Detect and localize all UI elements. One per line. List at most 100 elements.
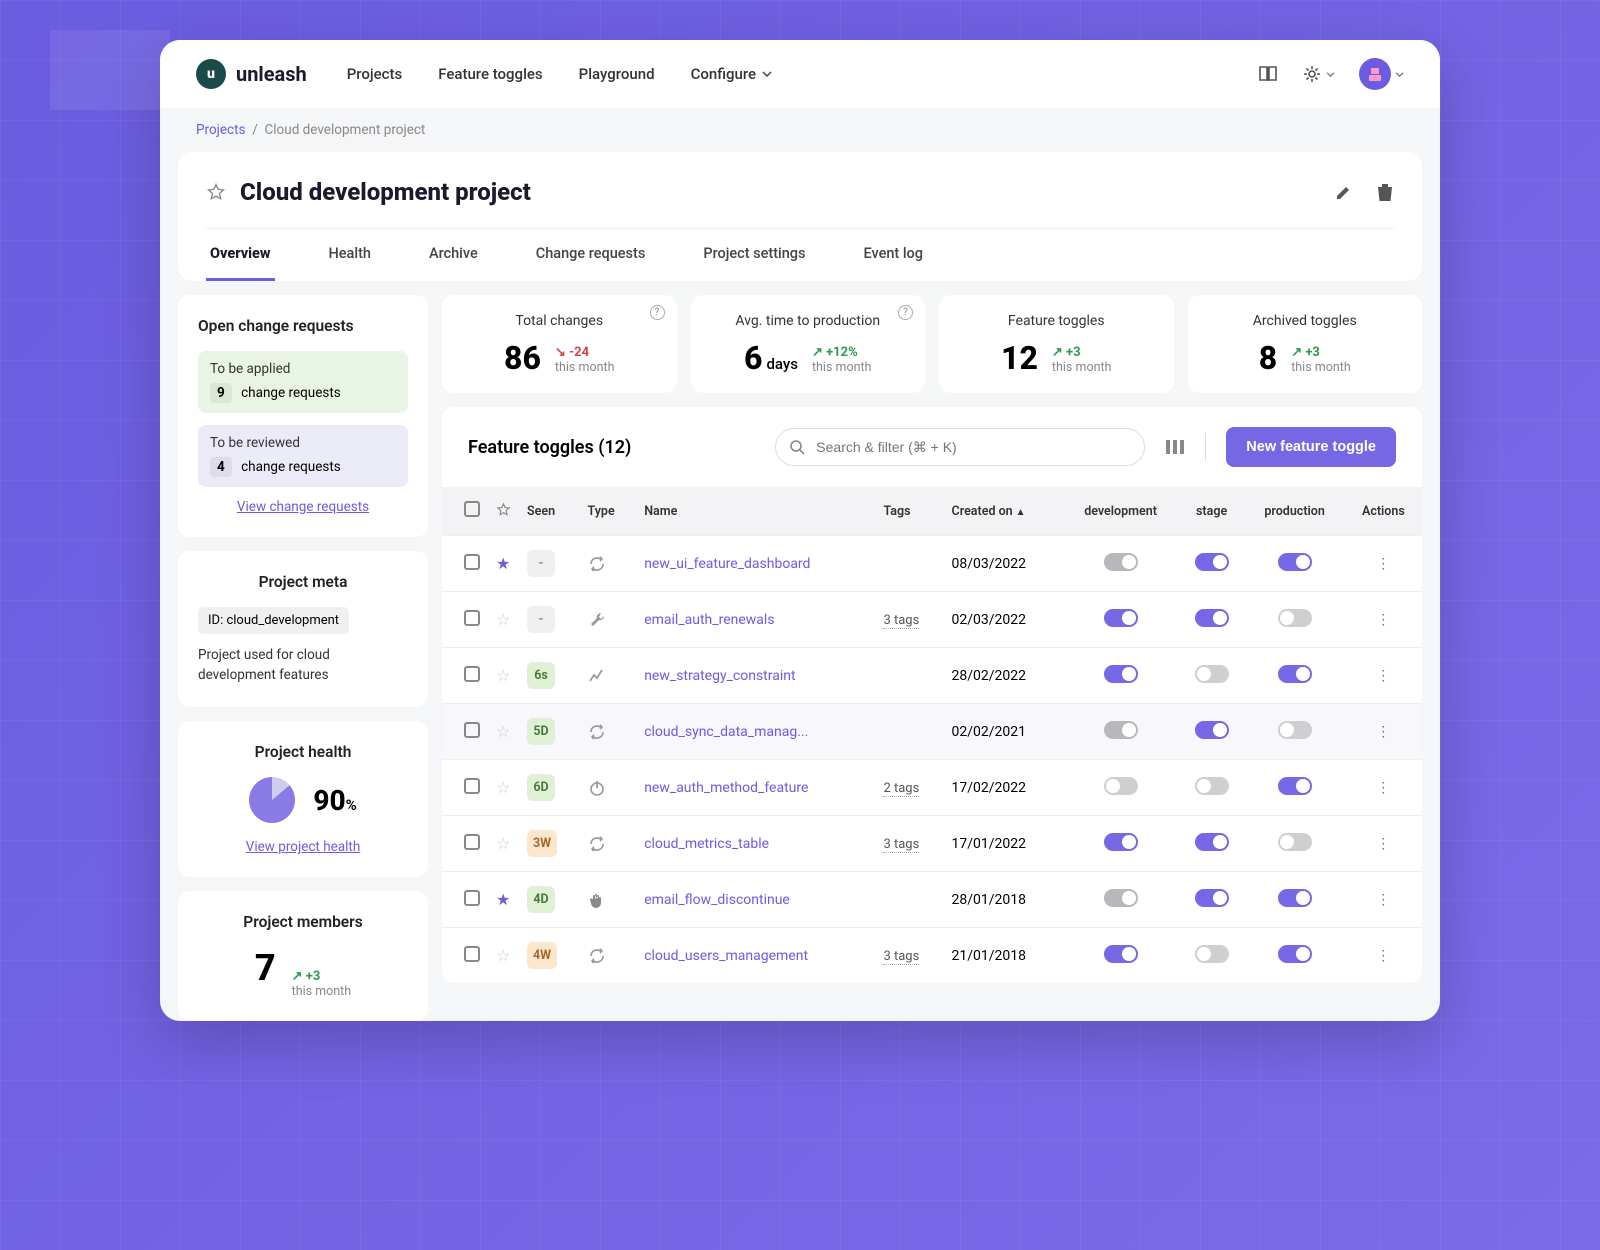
toggle-stage[interactable] — [1195, 777, 1229, 795]
tab-change-requests[interactable]: Change requests — [532, 229, 650, 281]
book-icon[interactable] — [1258, 65, 1278, 83]
toggle-production[interactable] — [1278, 609, 1312, 627]
row-actions-menu[interactable]: ⋮ — [1345, 536, 1422, 592]
info-icon[interactable]: ? — [650, 305, 665, 320]
search-input[interactable] — [775, 428, 1145, 466]
star-icon[interactable]: ★ — [496, 890, 510, 909]
feature-name-link[interactable]: email_auth_renewals — [644, 612, 814, 628]
nav-feature-toggles[interactable]: Feature toggles — [438, 65, 542, 83]
toggle-development[interactable] — [1104, 553, 1138, 571]
toggle-stage[interactable] — [1195, 665, 1229, 683]
tab-archive[interactable]: Archive — [425, 229, 482, 281]
feature-name-link[interactable]: new_auth_method_feature — [644, 780, 814, 796]
toggle-stage[interactable] — [1195, 833, 1229, 851]
toggle-production[interactable] — [1278, 665, 1312, 683]
row-checkbox[interactable] — [464, 554, 480, 570]
select-all-checkbox[interactable] — [464, 501, 480, 517]
view-change-requests-link[interactable]: View change requests — [198, 499, 408, 515]
toggle-development[interactable] — [1104, 777, 1138, 795]
tags-link[interactable]: 3 tags — [883, 613, 919, 629]
star-outline-icon[interactable] — [206, 182, 226, 202]
feature-name-link[interactable]: cloud_metrics_table — [644, 836, 814, 852]
toggle-production[interactable] — [1278, 945, 1312, 963]
logo[interactable]: u unleash — [196, 59, 307, 89]
th-seen[interactable]: Seen — [519, 487, 580, 536]
star-icon[interactable]: ☆ — [496, 666, 510, 685]
settings-menu[interactable] — [1302, 64, 1335, 84]
star-column-icon[interactable] — [496, 502, 511, 517]
th-name[interactable]: Name — [636, 487, 875, 536]
row-actions-menu[interactable]: ⋮ — [1345, 704, 1422, 760]
tab-health[interactable]: Health — [325, 229, 375, 281]
star-icon[interactable]: ☆ — [496, 722, 510, 741]
row-checkbox[interactable] — [464, 722, 480, 738]
th-tags[interactable]: Tags — [875, 487, 943, 536]
info-icon[interactable]: ? — [898, 305, 913, 320]
th-stage[interactable]: stage — [1179, 487, 1245, 536]
tab-overview[interactable]: Overview — [206, 229, 275, 281]
card-title: Open change requests — [198, 317, 408, 335]
toggle-stage[interactable] — [1195, 721, 1229, 739]
th-dev[interactable]: development — [1062, 487, 1178, 536]
toggle-stage[interactable] — [1195, 609, 1229, 627]
user-menu[interactable] — [1359, 58, 1404, 90]
star-icon[interactable]: ☆ — [496, 946, 510, 965]
feature-name-link[interactable]: new_strategy_constraint — [644, 668, 814, 684]
row-checkbox[interactable] — [464, 834, 480, 850]
star-icon[interactable]: ☆ — [496, 778, 510, 797]
row-checkbox[interactable] — [464, 610, 480, 626]
new-feature-toggle-button[interactable]: New feature toggle — [1226, 427, 1396, 467]
toggle-development[interactable] — [1104, 833, 1138, 851]
toggle-stage[interactable] — [1195, 889, 1229, 907]
tags-link[interactable]: 2 tags — [883, 781, 919, 797]
nav-configure[interactable]: Configure — [691, 65, 772, 83]
feature-name-link[interactable]: cloud_sync_data_manag... — [644, 724, 814, 740]
feature-name-link[interactable]: email_flow_discontinue — [644, 892, 814, 908]
row-actions-menu[interactable]: ⋮ — [1345, 872, 1422, 928]
tags-link[interactable]: 3 tags — [883, 837, 919, 853]
row-checkbox[interactable] — [464, 778, 480, 794]
toggle-development[interactable] — [1104, 665, 1138, 683]
th-type[interactable]: Type — [580, 487, 637, 536]
th-prod[interactable]: production — [1244, 487, 1344, 536]
row-actions-menu[interactable]: ⋮ — [1345, 760, 1422, 816]
toggle-development[interactable] — [1104, 721, 1138, 739]
breadcrumb-root[interactable]: Projects — [196, 122, 246, 138]
row-actions-menu[interactable]: ⋮ — [1345, 648, 1422, 704]
feature-toggles-table: Seen Type Name Tags Created on▲ developm… — [442, 487, 1422, 983]
tags-link[interactable]: 3 tags — [883, 949, 919, 965]
star-icon[interactable]: ★ — [496, 554, 510, 573]
columns-icon[interactable] — [1165, 439, 1185, 455]
toggle-production[interactable] — [1278, 553, 1312, 571]
row-checkbox[interactable] — [464, 890, 480, 906]
toggle-production[interactable] — [1278, 833, 1312, 851]
star-icon[interactable]: ☆ — [496, 610, 510, 629]
toggle-production[interactable] — [1278, 721, 1312, 739]
project-tabs: Overview Health Archive Change requests … — [206, 228, 1394, 281]
trash-icon[interactable] — [1376, 182, 1394, 202]
tab-event-log[interactable]: Event log — [859, 229, 927, 281]
row-checkbox[interactable] — [464, 666, 480, 682]
toggle-production[interactable] — [1278, 889, 1312, 907]
feature-name-link[interactable]: new_ui_feature_dashboard — [644, 556, 814, 572]
created-date: 28/01/2018 — [944, 872, 1063, 928]
toggle-development[interactable] — [1104, 609, 1138, 627]
nav-projects[interactable]: Projects — [347, 65, 403, 83]
row-actions-menu[interactable]: ⋮ — [1345, 816, 1422, 872]
star-icon[interactable]: ☆ — [496, 834, 510, 853]
feature-name-link[interactable]: cloud_users_management — [644, 948, 814, 964]
toggle-stage[interactable] — [1195, 945, 1229, 963]
toggle-production[interactable] — [1278, 777, 1312, 795]
row-actions-menu[interactable]: ⋮ — [1345, 928, 1422, 984]
view-health-link[interactable]: View project health — [198, 839, 408, 855]
nav-playground[interactable]: Playground — [579, 65, 655, 83]
table-row: ☆ 6D new_auth_method_feature 2 tags 17/0… — [442, 760, 1422, 816]
row-checkbox[interactable] — [464, 946, 480, 962]
toggle-development[interactable] — [1104, 889, 1138, 907]
edit-icon[interactable] — [1334, 182, 1354, 202]
toggle-development[interactable] — [1104, 945, 1138, 963]
row-actions-menu[interactable]: ⋮ — [1345, 592, 1422, 648]
toggle-stage[interactable] — [1195, 553, 1229, 571]
tab-project-settings[interactable]: Project settings — [699, 229, 809, 281]
th-created[interactable]: Created on▲ — [944, 487, 1063, 536]
